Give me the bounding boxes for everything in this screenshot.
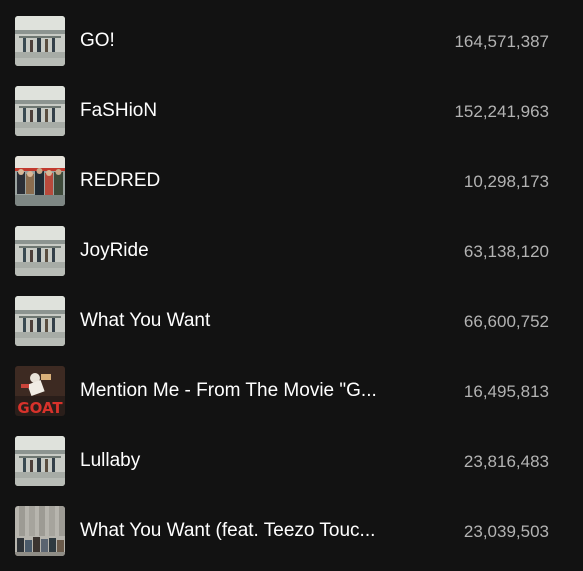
album-cover-thumbnail[interactable] bbox=[15, 16, 65, 66]
track-title[interactable]: GO! bbox=[80, 30, 410, 52]
svg-text:GOAT: GOAT bbox=[17, 399, 63, 416]
track-row[interactable]: Lullaby 23,816,483 bbox=[0, 426, 583, 496]
track-row[interactable]: GOAT Mention Me - From The Movie "G... 1… bbox=[0, 356, 583, 426]
track-title[interactable]: Lullaby bbox=[80, 450, 410, 472]
album-cover-thumbnail[interactable] bbox=[15, 506, 65, 556]
play-count: 152,241,963 bbox=[454, 102, 549, 121]
track-title[interactable]: REDRED bbox=[80, 170, 410, 192]
album-cover-thumbnail[interactable] bbox=[15, 226, 65, 276]
track-row[interactable]: GO! 164,571,387 bbox=[0, 6, 583, 76]
track-title[interactable]: JoyRide bbox=[80, 240, 410, 262]
play-count: 66,600,752 bbox=[463, 312, 549, 331]
play-count: 16,495,813 bbox=[463, 382, 549, 401]
play-count: 63,138,120 bbox=[463, 242, 549, 261]
album-cover-thumbnail[interactable] bbox=[15, 296, 65, 346]
album-cover-thumbnail[interactable] bbox=[15, 86, 65, 136]
play-count: 23,039,503 bbox=[463, 522, 549, 541]
track-title[interactable]: Mention Me - From The Movie "G... bbox=[80, 380, 410, 402]
track-title[interactable]: FaSHioN bbox=[80, 100, 410, 122]
track-row[interactable]: What You Want 66,600,752 bbox=[0, 286, 583, 356]
track-list: GO! 164,571,387 FaSHioN 152,241,963 REDR… bbox=[0, 0, 583, 571]
play-count: 10,298,173 bbox=[463, 172, 549, 191]
play-count: 164,571,387 bbox=[454, 32, 549, 51]
album-cover-thumbnail[interactable]: GOAT bbox=[15, 366, 65, 416]
track-title[interactable]: What You Want bbox=[80, 310, 410, 332]
track-row[interactable]: What You Want (feat. Teezo Touc... 23,03… bbox=[0, 496, 583, 566]
track-row[interactable]: FaSHioN 152,241,963 bbox=[0, 76, 583, 146]
track-title[interactable]: What You Want (feat. Teezo Touc... bbox=[80, 520, 410, 542]
track-row[interactable]: JoyRide 63,138,120 bbox=[0, 216, 583, 286]
play-count: 23,816,483 bbox=[463, 452, 549, 471]
track-row[interactable]: REDRED 10,298,173 bbox=[0, 146, 583, 216]
album-cover-thumbnail[interactable] bbox=[15, 156, 65, 206]
album-cover-thumbnail[interactable] bbox=[15, 436, 65, 486]
